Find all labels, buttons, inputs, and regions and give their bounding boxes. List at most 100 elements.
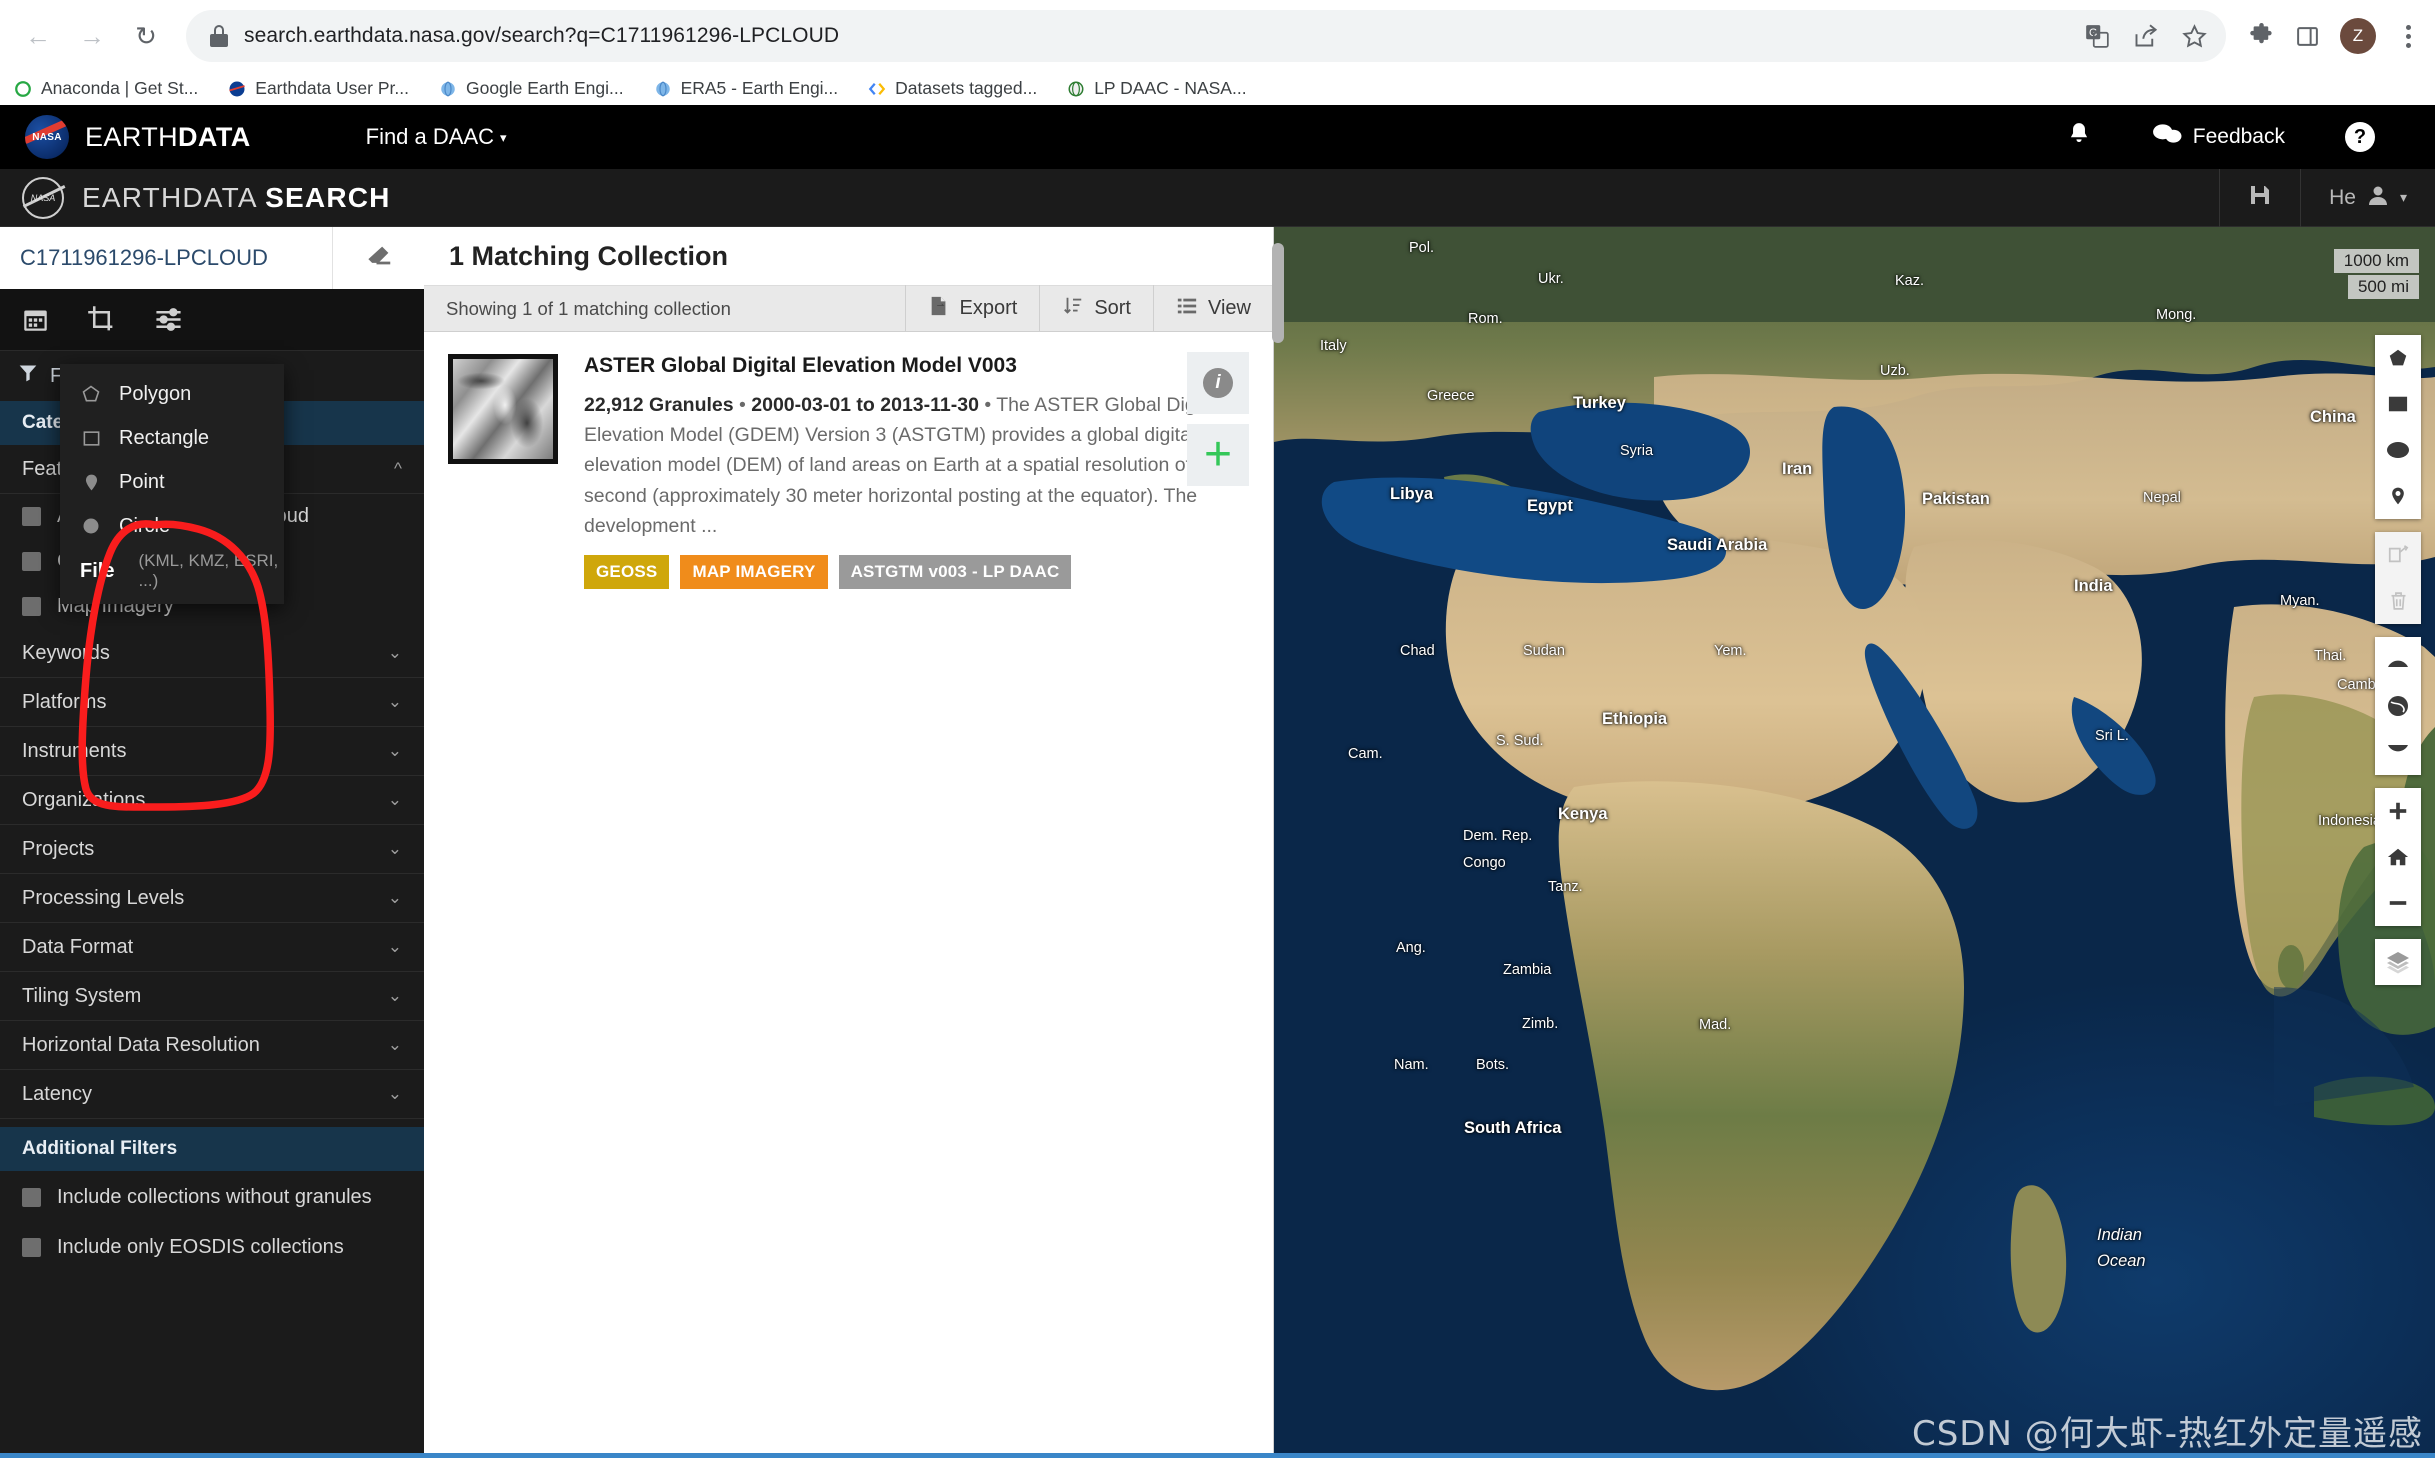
additional-filter-row[interactable]: Include only EOSDIS collections (0, 1223, 424, 1271)
map-label: Chad (1400, 643, 1435, 659)
checkbox[interactable] (22, 1187, 41, 1207)
map-label: Tanz. (1548, 879, 1583, 895)
collection-info-button[interactable]: i (1187, 352, 1249, 414)
results-scrollbar[interactable] (1272, 243, 1284, 343)
address-bar[interactable]: search.earthdata.nasa.gov/search?q=C1711… (186, 10, 2226, 62)
delete-shape-icon[interactable] (2375, 578, 2421, 624)
north-polar-projection-icon[interactable] (2375, 637, 2421, 683)
back-arrow-icon[interactable]: ← (14, 12, 62, 60)
map-canvas[interactable]: Pol. Ukr. Kaz. Rom. Mong. Italy Uzb. Greece Turk… (1274, 227, 2435, 1453)
bookmark-item[interactable]: Datasets tagged... (868, 78, 1037, 99)
facet-label: Tiling System (22, 984, 142, 1007)
facet-tiling-system[interactable]: Tiling System ⌄ (0, 972, 424, 1021)
bookmark-item[interactable]: Google Earth Engi... (439, 78, 624, 99)
home-icon[interactable] (2375, 834, 2421, 880)
omnibox-icons: G (2064, 23, 2208, 50)
draw-rectangle-icon[interactable] (2375, 381, 2421, 427)
search-input[interactable] (0, 245, 332, 271)
extensions-puzzle-icon[interactable] (2248, 22, 2275, 50)
spatial-menu-item-rectangle[interactable]: Rectangle (60, 416, 284, 460)
spatial-icon[interactable] (87, 305, 116, 334)
user-icon (2366, 183, 2390, 213)
view-button[interactable]: View (1153, 285, 1273, 332)
facet-keywords[interactable]: Keywords ⌄ (0, 629, 424, 678)
chrome-menu-icon[interactable] (2396, 19, 2421, 54)
feedback-button[interactable]: Feedback (2152, 121, 2285, 153)
collection-card[interactable]: ASTER Global Digital Elevation Model V00… (424, 332, 1273, 607)
app-title-bold: SEARCH (265, 181, 391, 213)
checkbox[interactable] (22, 507, 41, 526)
profile-avatar[interactable]: Z (2340, 18, 2376, 54)
map-label: Mong. (2156, 307, 2197, 323)
help-button[interactable]: ? (2345, 122, 2375, 152)
bookmark-item[interactable]: Anaconda | Get St... (14, 78, 198, 99)
clear-search-button[interactable] (332, 227, 424, 289)
badge-astgtm[interactable]: ASTGTM v003 - LP DAAC (838, 555, 1072, 590)
checkbox[interactable] (22, 552, 41, 571)
nasa-icon (228, 80, 246, 98)
facet-data-format[interactable]: Data Format ⌄ (0, 923, 424, 972)
user-menu[interactable]: He ▾ (2300, 168, 2435, 227)
plus-icon: + (1203, 427, 1233, 481)
spatial-menu-item-file[interactable]: File (KML, KMZ, ESRI, ...) (60, 548, 284, 590)
collection-add-button[interactable]: + (1187, 424, 1249, 486)
collection-date-range: 2000-03-01 to 2013-11-30 (751, 394, 979, 416)
user-menu-label: He (2329, 185, 2356, 209)
zoom-out-icon[interactable] (2375, 880, 2421, 926)
side-panel-icon[interactable] (2295, 24, 2320, 49)
facet-label: Latency (22, 1082, 93, 1105)
chevron-down-icon: ⌄ (387, 1035, 402, 1054)
nasa-ring-logo-icon[interactable]: NASA (22, 176, 66, 219)
reload-icon[interactable]: ↻ (122, 12, 170, 60)
bookmark-label: Datasets tagged... (895, 78, 1038, 98)
earthdata-wordmark[interactable]: EARTHDATA (85, 122, 251, 153)
funnel-icon (18, 363, 38, 389)
draw-polygon-icon[interactable] (2375, 335, 2421, 381)
badge-geoss[interactable]: GEOSS (584, 555, 670, 590)
spatial-menu-item-point[interactable]: Point (60, 460, 284, 504)
facet-organizations[interactable]: Organizations ⌄ (0, 776, 424, 825)
zoom-in-icon[interactable] (2375, 788, 2421, 834)
temporal-icon[interactable] (22, 306, 49, 333)
notifications-button[interactable] (2066, 120, 2092, 154)
bookmark-star-icon[interactable] (2181, 23, 2208, 50)
facet-processing-levels[interactable]: Processing Levels ⌄ (0, 874, 424, 923)
map-layers-group (2375, 939, 2421, 985)
draw-circle-icon[interactable] (2375, 427, 2421, 473)
geographic-projection-icon[interactable] (2375, 683, 2421, 729)
earth-engine-icon (439, 80, 457, 98)
layers-icon[interactable] (2375, 939, 2421, 985)
spatial-selection-menu[interactable]: Polygon Rectangle Point Circle File (KML… (60, 364, 284, 604)
edit-shape-icon[interactable] (2375, 532, 2421, 578)
draw-point-icon[interactable] (2375, 473, 2421, 519)
map-label: Saudi Arabia (1667, 536, 1768, 554)
spatial-menu-item-polygon[interactable]: Polygon (60, 372, 284, 416)
map-label: Iran (1782, 460, 1813, 478)
forward-arrow-icon[interactable]: → (68, 12, 116, 60)
advanced-filters-icon[interactable] (154, 305, 183, 334)
checkbox[interactable] (22, 1237, 41, 1257)
find-a-daac-menu[interactable]: Find a DAAC ▾ (366, 124, 507, 150)
facet-latency[interactable]: Latency ⌄ (0, 1070, 424, 1119)
export-button[interactable]: Export (904, 285, 1040, 332)
additional-filter-row[interactable]: Include collections without granules (0, 1171, 424, 1223)
facet-platforms[interactable]: Platforms ⌄ (0, 678, 424, 727)
facet-projects[interactable]: Projects ⌄ (0, 825, 424, 874)
earthdata-wordmark-bold: DATA (178, 121, 251, 152)
facet-horizontal-data-resolution[interactable]: Horizontal Data Resolution ⌄ (0, 1021, 424, 1070)
facet-label: Keywords (22, 641, 110, 664)
collection-title[interactable]: ASTER Global Digital Elevation Model V00… (584, 354, 1247, 378)
south-polar-projection-icon[interactable] (2375, 729, 2421, 775)
checkbox[interactable] (22, 597, 41, 616)
translate-icon[interactable]: G (2084, 23, 2110, 49)
sort-button[interactable]: Sort (1039, 285, 1153, 332)
bookmark-item[interactable]: Earthdata User Pr... (228, 78, 409, 99)
facet-instruments[interactable]: Instruments ⌄ (0, 727, 424, 776)
bookmark-item[interactable]: ERA5 - Earth Engi... (654, 78, 838, 99)
share-icon[interactable] (2132, 23, 2159, 50)
spatial-menu-item-circle[interactable]: Circle (60, 504, 284, 548)
badge-map-imagery[interactable]: MAP IMAGERY (680, 555, 828, 590)
bookmark-item[interactable]: LP DAAC - NASA... (1067, 78, 1247, 99)
nasa-logo-icon[interactable]: NASA (25, 115, 69, 159)
save-project-button[interactable] (2219, 168, 2300, 227)
